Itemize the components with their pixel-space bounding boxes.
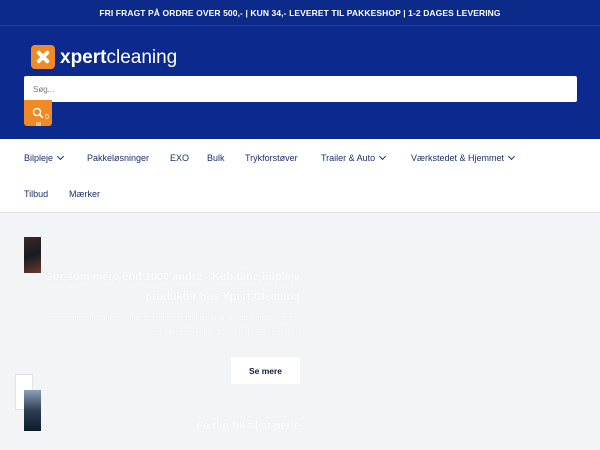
cart-icon[interactable]	[36, 122, 41, 126]
chevron-down-icon	[379, 152, 387, 161]
search-icon	[32, 107, 44, 119]
nav-item-trailer-auto[interactable]: Trailer & Auto	[321, 152, 387, 163]
main-navigation: Bilpleje Pakkeløsninger EXO Bulk Trykfor…	[0, 139, 600, 213]
nav-item-vaerkstedet-hjemmet[interactable]: Værkstedet & Hjemmet	[411, 152, 516, 163]
nav-item-trykforstoever[interactable]: Trykforstøver	[245, 153, 298, 163]
logo-text: xpertcleaning	[60, 46, 178, 68]
nav-item-bilpleje[interactable]: Bilpleje	[24, 152, 65, 163]
search-input[interactable]: Søg...	[24, 76, 577, 102]
hero-title: Gør som mere end 1000 andre - Køb dine b…	[44, 271, 300, 303]
hero-slide-2-title: Få din bil til at perle	[196, 420, 300, 432]
hero-subtitle: Se vores enorme udvalg af kvalitets bilp…	[30, 313, 300, 337]
nav-item-maerker[interactable]: Mærker	[69, 189, 100, 199]
nav-item-exo[interactable]: EXO	[170, 153, 189, 163]
site-header: xpertcleaning Søg... 0	[0, 25, 600, 139]
nav-item-tilbud[interactable]: Tilbud	[24, 189, 48, 199]
nav-item-pakkeloesninger[interactable]: Pakkeløsninger	[87, 153, 149, 163]
chevron-down-icon	[507, 152, 516, 161]
chevron-down-icon	[56, 152, 65, 161]
cart-count-badge[interactable]: 0	[45, 114, 49, 121]
logo-x-icon	[31, 45, 55, 69]
announcement-text: FRI FRAGT PÅ ORDRE OVER 500,- | KUN 34,-…	[99, 7, 501, 18]
logo[interactable]: xpertcleaning	[31, 45, 177, 69]
nav-item-bulk[interactable]: Bulk	[207, 153, 225, 163]
announcement-bar: FRI FRAGT PÅ ORDRE OVER 500,- | KUN 34,-…	[0, 0, 600, 25]
see-more-button[interactable]: Se mere	[231, 357, 300, 384]
